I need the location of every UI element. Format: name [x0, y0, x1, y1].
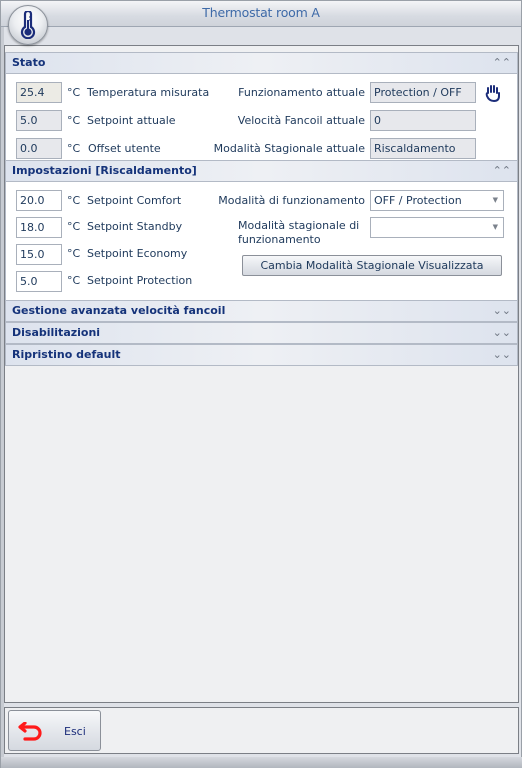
setpoint-economy-input[interactable]: 15.0	[16, 244, 62, 265]
setpoint-economy-label: Setpoint Economy	[87, 247, 188, 260]
section-title: Impostazioni [Riscaldamento]	[12, 164, 197, 177]
seasonal-mode-field: Riscaldamento	[370, 138, 476, 159]
measured-temperature-label: Temperatura misurata	[87, 86, 210, 99]
thermostat-window: Thermostat room A Stato ⌃⌃ 25.4 °C Tempe…	[0, 0, 522, 768]
operation-mode-value: OFF / Protection	[374, 194, 462, 207]
unit-label: °C	[67, 142, 81, 155]
setpoint-protection-label: Setpoint Protection	[87, 274, 193, 287]
chevron-double-down-icon[interactable]: ⌄⌄	[493, 345, 511, 365]
unit-label: °C	[67, 247, 81, 260]
section-title: Disabilitazioni	[12, 326, 101, 339]
user-offset-field: 0.0	[16, 138, 62, 159]
footer-panel: Esci	[4, 707, 519, 754]
title-bar: Thermostat room A	[1, 1, 521, 27]
current-operation-label: Funzionamento attuale	[238, 86, 365, 99]
fancoil-speed-label: Velocità Fancoil attuale	[237, 114, 365, 127]
chevron-double-up-icon[interactable]: ⌃⌃	[493, 53, 511, 73]
unit-label: °C	[67, 220, 81, 233]
section-header-impostazioni[interactable]: Impostazioni [Riscaldamento] ⌃⌃	[5, 160, 518, 182]
back-arrow-icon	[18, 722, 42, 741]
chevron-double-up-icon[interactable]: ⌃⌃	[493, 161, 511, 181]
section-header-disabilitazioni[interactable]: Disabilitazioni ⌄⌄	[5, 322, 518, 344]
seasonal-mode-label: Modalità Stagionale attuale	[213, 142, 365, 155]
setpoint-comfort-input[interactable]: 20.0	[16, 190, 62, 211]
dropdown-arrow-icon[interactable]: ▼	[493, 218, 498, 237]
app-menu-button[interactable]	[8, 5, 48, 45]
unit-label: °C	[67, 86, 81, 99]
thermometer-icon	[20, 11, 36, 39]
section-title: Ripristino default	[12, 348, 121, 361]
unit-label: °C	[67, 114, 81, 127]
section-header-stato[interactable]: Stato ⌃⌃	[5, 52, 518, 74]
unit-label: °C	[67, 194, 81, 207]
fancoil-speed-field: 0	[370, 110, 476, 131]
exit-label: Esci	[64, 725, 86, 738]
unit-label: °C	[67, 274, 81, 287]
seasonal-operation-label: Modalità stagionale di funzionamento	[238, 219, 359, 247]
user-offset-label: Offset utente	[88, 142, 161, 155]
operation-mode-label: Modalità di funzionamento	[218, 194, 365, 207]
window-bottom-edge	[1, 757, 522, 768]
stato-panel: 25.4 °C Temperatura misurata 5.0 °C Setp…	[5, 74, 518, 160]
seasonal-operation-select[interactable]: ▼	[370, 217, 504, 238]
current-setpoint-field: 5.0	[16, 110, 62, 131]
setpoint-protection-input[interactable]: 5.0	[16, 271, 62, 292]
section-title: Stato	[12, 56, 46, 69]
measured-temperature-field: 25.4	[16, 82, 62, 103]
section-header-ripristino[interactable]: Ripristino default ⌄⌄	[5, 344, 518, 366]
setpoint-comfort-label: Setpoint Comfort	[87, 194, 182, 207]
main-panel: Stato ⌃⌃ 25.4 °C Temperatura misurata 5.…	[4, 45, 519, 703]
section-header-fancoil-advanced[interactable]: Gestione avanzata velocità fancoil ⌄⌄	[5, 300, 518, 322]
chevron-double-down-icon[interactable]: ⌄⌄	[493, 301, 511, 321]
exit-button[interactable]: Esci	[8, 710, 101, 751]
label-line: funzionamento	[238, 233, 321, 246]
section-title: Gestione avanzata velocità fancoil	[12, 304, 226, 317]
chevron-double-down-icon[interactable]: ⌄⌄	[493, 323, 511, 343]
setpoint-standby-label: Setpoint Standby	[87, 220, 183, 233]
operation-mode-select[interactable]: OFF / Protection ▼	[370, 190, 504, 211]
window-title: Thermostat room A	[202, 5, 320, 20]
setpoint-standby-input[interactable]: 18.0	[16, 217, 62, 238]
hand-icon[interactable]	[485, 84, 501, 102]
current-setpoint-label: Setpoint attuale	[87, 114, 176, 127]
change-seasonal-mode-button[interactable]: Cambia Modalità Stagionale Visualizzata	[242, 255, 502, 276]
current-operation-field: Protection / OFF	[370, 82, 476, 103]
impostazioni-panel: 20.0 °C Setpoint Comfort 18.0 °C Setpoin…	[5, 182, 518, 300]
dropdown-arrow-icon[interactable]: ▼	[493, 191, 498, 210]
label-line: Modalità stagionale di	[238, 219, 360, 232]
